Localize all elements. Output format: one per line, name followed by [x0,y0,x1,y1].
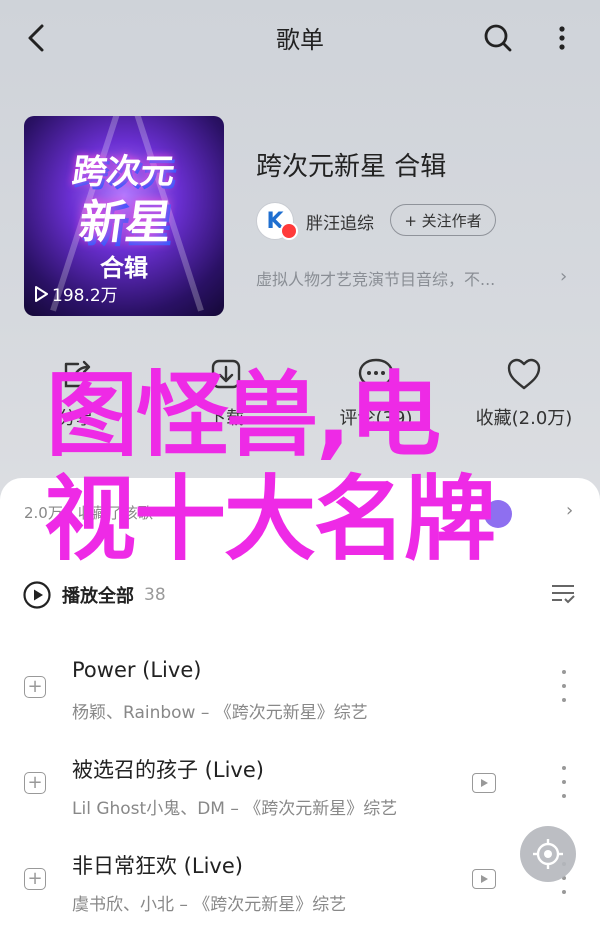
comment-label: 评论(39) [339,408,413,429]
avatar [484,500,512,528]
play-all-label: 播放全部 [62,586,134,607]
list-select-icon [552,585,575,604]
verified-badge-icon [280,222,298,240]
chevron-right-icon: › [566,500,574,521]
track-title: Power (Live) [72,658,202,682]
track-meta: 杨颖、Rainbow – 《跨次元新星》综艺 [72,703,368,723]
play-all-button[interactable]: 播放全部 38 [22,580,166,610]
track-row[interactable]: + 被选召的孩子 (Live) Lil Ghost小鬼、DM – 《跨次元新星》… [0,744,600,840]
album-cover[interactable]: 跨次元 新星 合辑 198.2万 [24,116,224,316]
locate-playing-button[interactable] [520,826,576,882]
target-icon [533,839,563,869]
collect-action[interactable]: 收藏(2.0万) [464,356,584,430]
download-action[interactable]: 下载 [166,356,286,430]
album-title: 跨次元新星 合辑 [256,152,447,182]
video-icon [481,875,488,883]
share-action[interactable]: 分享 [16,356,136,430]
track-more-button[interactable] [556,766,572,798]
track-more-button[interactable] [556,670,572,702]
chevron-right-icon: › [560,266,568,287]
track-row[interactable]: + Power (Live) 杨颖、Rainbow – 《跨次元新星》综艺 [0,648,600,744]
play-count: 198.2万 [34,281,118,306]
track-title: 被选召的孩子 (Live) [72,758,264,782]
video-play-button[interactable] [472,773,496,793]
collect-summary[interactable]: 2.0万人收藏了该歌 [24,502,153,523]
track-row[interactable]: + 非日常狂欢 (Live) 虞书欣、小北 – 《跨次元新星》综艺 [0,840,600,930]
search-button[interactable] [480,20,516,56]
cover-logo-line2: 新星 [75,195,176,249]
track-count: 38 [144,585,166,605]
album-description[interactable]: 虚拟人物才艺竞演节目音综，不... [256,266,495,290]
multi-select-button[interactable] [550,582,576,610]
more-vertical-icon [559,26,565,50]
play-count-value: 198.2万 [52,286,118,306]
cover-subtitle: 合辑 [100,254,148,282]
share-label: 分享 [58,408,94,429]
share-icon [64,360,91,388]
search-icon [484,24,512,52]
add-icon[interactable]: + [24,868,46,890]
follow-label: + 关注作者 [404,211,482,230]
track-title: 非日常狂欢 (Live) [72,854,243,878]
download-icon [211,359,241,389]
collect-label: 收藏(2.0万) [475,408,573,429]
top-bar: 歌单 [0,0,600,72]
creator-name[interactable]: 胖汪追综 [306,209,374,234]
follow-author-button[interactable]: + 关注作者 [390,204,496,236]
track-list-sheet: 2.0万人收藏了该歌 › 播放全部 38 + Power (Live) 杨颖、R… [0,478,600,930]
video-play-button[interactable] [472,869,496,889]
add-icon[interactable]: + [24,772,46,794]
comment-icon [358,358,394,391]
download-label: 下载 [208,408,244,429]
track-meta: Lil Ghost小鬼、DM – 《跨次元新星》综艺 [72,799,398,819]
track-meta: 虞书欣、小北 – 《跨次元新星》综艺 [72,895,347,915]
heart-icon [507,358,541,390]
play-icon [35,285,48,302]
comment-action[interactable]: 评论(39) [316,356,436,430]
video-icon [481,779,488,787]
play-circle-icon [23,581,51,609]
more-button[interactable] [548,20,576,56]
add-icon[interactable]: + [24,676,46,698]
